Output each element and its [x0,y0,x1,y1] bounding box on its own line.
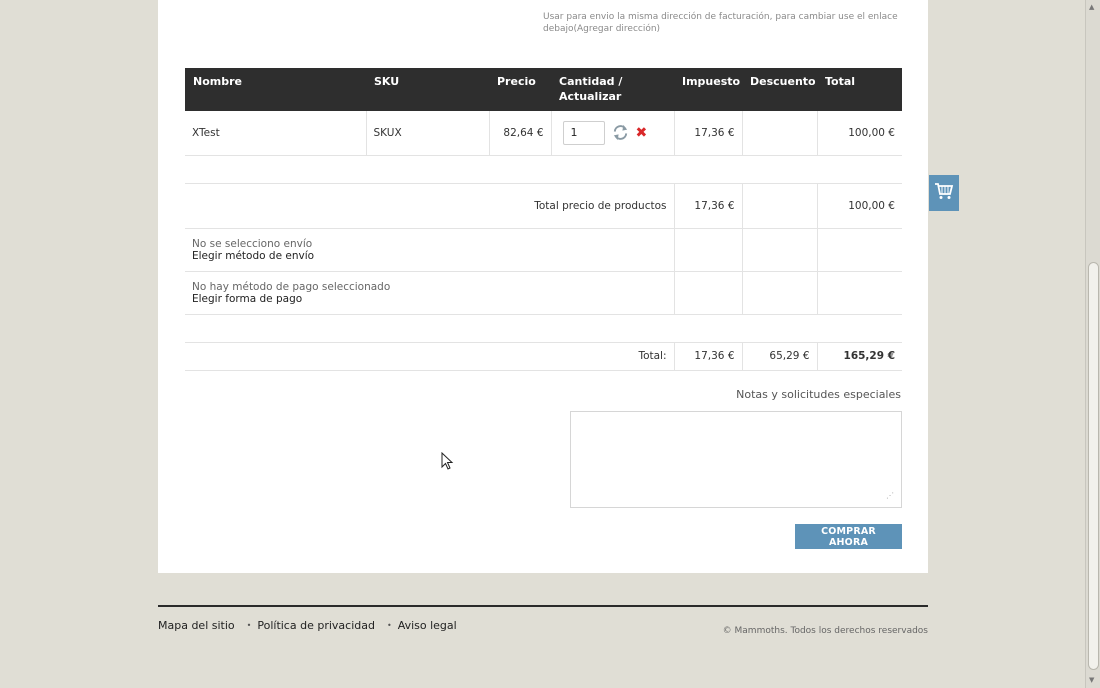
grand-total-tax: 17,36 € [673,342,742,371]
header-quantity-line2: Actualizar [559,90,622,103]
item-name: XTest [185,111,366,156]
vertical-scrollbar[interactable]: ▲ ▼ [1085,0,1100,688]
spacer-row [185,314,902,343]
grand-total-value: 165,29 € [816,342,902,371]
shipping-discount-cell [741,228,817,272]
shipping-address-note: Usar para envio la misma dirección de fa… [543,12,898,34]
header-quantity: Cantidad / Actualizar [551,68,674,111]
shipping-tax-cell [673,228,742,272]
shipping-cell: No se selecciono envío Elegir método de … [185,228,674,272]
refresh-icon[interactable] [611,123,630,142]
item-discount [741,111,817,156]
table-header-row: Nombre SKU Precio Cantidad / Actualizar I… [185,68,902,111]
choose-payment-link[interactable]: Elegir forma de pago [192,293,667,305]
shipping-status: No se selecciono envío [192,237,313,250]
spacer-cell [185,314,902,343]
item-tax: 17,36 € [673,111,742,156]
header-price: Precio [489,68,551,111]
header-sku: SKU [366,68,489,111]
products-total-tax: 17,36 € [673,183,742,229]
scroll-down-arrow-icon[interactable]: ▼ [1089,676,1094,684]
table-row-item: XTest SKUX 82,64 € 1 ✖ 17,36 € 100,00 € [185,111,902,156]
cart-icon [934,182,954,204]
bullet-separator: • [386,621,392,630]
grand-total-row: Total: 17,36 € 65,29 € 165,29 € [185,342,902,371]
buy-now-button[interactable]: COMPRAR AHORA [795,524,902,549]
header-name: Nombre [185,68,366,111]
scroll-thumb[interactable] [1088,262,1099,670]
shipping-row: No se selecciono envío Elegir método de … [185,228,902,272]
footer-link-sitemap[interactable]: Mapa del sitio [158,619,235,632]
products-total-label: Total precio de productos [185,183,674,229]
header-tax: Impuesto [674,68,742,111]
item-price: 82,64 € [488,111,551,156]
scroll-up-arrow-icon[interactable]: ▲ [1089,3,1094,11]
footer-link-legal[interactable]: Aviso legal [398,619,457,632]
payment-row: No hay método de pago seleccionado Elegi… [185,271,902,315]
grand-total-label: Total: [185,342,674,371]
item-sku: SKUX [365,111,489,156]
item-total: 100,00 € [816,111,902,156]
copyright-text: © Mammoths. Todos los derechos reservado… [722,626,928,636]
products-total-discount [741,183,817,229]
header-discount: Descuento [742,68,817,111]
quantity-input[interactable] [562,120,605,145]
footer-links: Mapa del sitio • Política de privacidad … [158,619,457,632]
payment-discount-cell [741,271,817,315]
spacer-cell [185,155,902,184]
notes-label: Notas y solicitudes especiales [736,388,901,401]
payment-tax-cell [673,271,742,315]
cart-table: Nombre SKU Precio Cantidad / Actualizar I… [185,68,902,371]
products-total-row: Total precio de productos 17,36 € 100,00… [185,183,902,229]
floating-cart-button[interactable] [929,175,959,211]
notes-textarea[interactable] [570,411,902,508]
bullet-separator: • [246,621,252,630]
products-total-value: 100,00 € [816,183,902,229]
choose-shipping-link[interactable]: Elegir método de envío [192,250,667,262]
header-total: Total [817,68,902,111]
payment-cell: No hay método de pago seleccionado Elegi… [185,271,674,315]
spacer-row [185,155,902,184]
grand-total-discount: 65,29 € [741,342,817,371]
checkout-panel: Usar para envio la misma dirección de fa… [158,0,928,573]
footer-divider [158,605,928,607]
shipping-total-cell [816,228,902,272]
mouse-cursor-icon [441,451,455,476]
header-quantity-line1: Cantidad / [559,75,623,88]
payment-status: No hay método de pago seleccionado [192,280,391,293]
remove-icon[interactable]: ✖ [636,126,648,140]
resize-grip-icon[interactable]: ⋰ [886,492,896,502]
footer-link-privacy[interactable]: Política de privacidad [257,619,375,632]
item-quantity-cell: ✖ [550,111,674,156]
payment-total-cell [816,271,902,315]
